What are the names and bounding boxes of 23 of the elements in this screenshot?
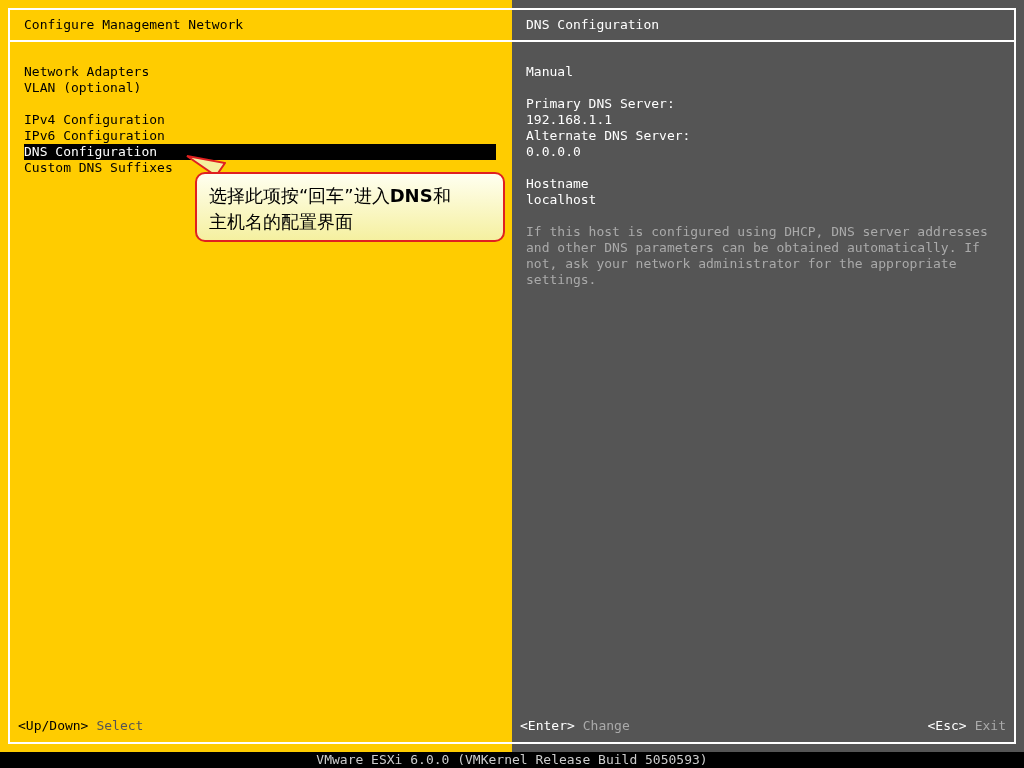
info-text: 192.168.1.1 [526,112,614,128]
info-text: 0.0.0.0 [526,144,582,160]
help-text: If this host is configured using DHCP, DNS server addresses and other DNS parameters can be obtained automatically. If not, ask your network administrator for the appropriate settings. [526,224,989,288]
panel-title: DNS Configuration [512,10,1014,42]
key-hint: <Up/Down> [18,718,89,733]
menu-item[interactable]: IPv6 Configuration [24,128,496,144]
info-text: Manual [526,64,574,80]
key-hint: <Esc> [927,718,967,733]
info-text: Alternate DNS Server: [526,128,692,144]
status-bar: VMware ESXi 6.0.0 (VMKernel Release Build 5050593) [0,752,1024,768]
hint-action: Select [96,718,144,733]
info-text: Hostname [526,176,590,192]
key-hint: <Enter> [520,718,575,733]
info-text: Primary DNS Server: [526,96,676,112]
menu-item[interactable]: DNS Configuration [24,144,496,160]
hint-action: Change [582,718,630,733]
menu-item[interactable]: Network Adapters [24,64,496,80]
panel-title: Configure Management Network [10,10,512,42]
hint-action: Exit [974,718,1006,733]
menu-item[interactable]: IPv4 Configuration [24,112,496,128]
info-text: localhost [526,192,598,208]
callout: 选择此项按“回车”进入DNS和主机名的配置界面 [195,172,505,242]
menu-item[interactable]: VLAN (optional) [24,80,496,96]
